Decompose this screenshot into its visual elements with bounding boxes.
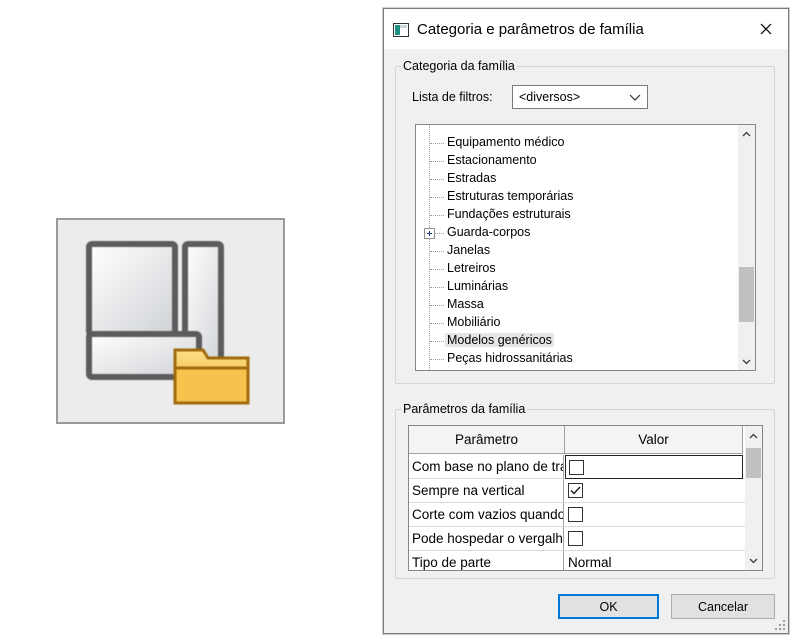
tree-item[interactable]: Estradas [416,170,736,188]
tree-item-label: Pilares estruturais [447,369,547,370]
tree-item[interactable]: Pilares estruturais [416,368,736,370]
param-checkbox[interactable] [568,483,583,498]
tree-item[interactable]: Modelos genéricos [416,332,736,350]
param-name: Sempre na vertical [409,479,564,502]
tree-item[interactable]: Equipamento médico [416,134,736,152]
tree-item[interactable]: Estruturas temporárias [416,188,736,206]
tree-item[interactable]: Guarda-corpos [416,224,736,242]
tree-item-label: Estruturas temporárias [447,189,574,203]
table-row[interactable]: Com base no plano de trabalho [409,455,747,479]
chevron-down-icon[interactable] [749,556,758,565]
resize-grip-icon[interactable] [775,620,785,630]
param-checkbox[interactable] [568,507,583,522]
tree-item[interactable]: Peças hidrossanitárias [416,350,736,368]
cancel-button[interactable]: Cancelar [671,594,775,619]
tree-scrollbar[interactable] [738,125,755,370]
tree-item-label: Estacionamento [447,153,537,167]
param-checkbox[interactable] [568,531,583,546]
chevron-down-icon [629,94,641,101]
param-value-cell[interactable] [565,503,743,526]
close-icon [760,23,772,35]
param-value-cell[interactable] [565,455,743,479]
tree-item-label: Fundações estruturais [447,207,571,221]
family-category-dialog: Categoria e parâmetros de família Catego… [383,8,789,634]
tree-item-label: Equipamento médico [447,135,565,149]
chevron-up-icon[interactable] [742,130,751,139]
tree-connector [430,143,444,144]
tree-item[interactable]: Estacionamento [416,152,736,170]
tree-item[interactable]: Massa [416,296,736,314]
tree-connector [430,305,444,306]
table-row[interactable]: Pode hospedar o vergalhão [409,527,747,551]
column-header-value[interactable]: Valor [565,426,743,454]
params-table: Parâmetro Valor Com base no plano de tra… [408,425,763,571]
checkmark-icon [570,486,581,495]
tree-item-label: Massa [447,297,484,311]
dialog-title: Categoria e parâmetros de família [417,21,644,38]
tree-item-label: Janelas [447,243,491,257]
tree-item-label: Guarda-corpos [447,225,531,239]
tree-item[interactable]: Janelas [416,242,736,260]
params-scrollbar[interactable] [745,426,762,570]
filter-list-value: <diversos> [519,90,581,104]
tree-item[interactable]: Fundações estruturais [416,206,736,224]
param-name: Corte com vazios quando carregado [409,503,564,526]
tree-connector [430,215,444,216]
table-row[interactable]: Tipo de parte Normal [409,551,747,570]
param-value-cell[interactable]: Normal [565,551,743,570]
tree-item-label: Estradas [447,171,497,185]
param-value-cell[interactable] [565,527,743,550]
revit-family-icon [393,23,409,37]
column-header-param[interactable]: Parâmetro [409,426,565,454]
tree-connector [430,269,444,270]
table-row[interactable]: Corte com vazios quando carregado [409,503,747,527]
ok-button[interactable]: OK [558,594,659,619]
tree-item-label: Luminárias [447,279,509,293]
tree-item-label: Mobiliário [447,315,501,329]
param-value-text: Normal [568,555,612,570]
tree-connector [430,341,444,342]
tree-connector [430,359,444,360]
tree-connector [430,323,444,324]
chevron-up-icon[interactable] [749,432,758,441]
tree-item[interactable]: Letreiros [416,260,736,278]
filter-list-select[interactable]: <diversos> [512,85,648,109]
close-button[interactable] [744,9,788,49]
params-group-label: Parâmetros da família [401,402,528,416]
param-name: Com base no plano de trabalho [409,455,564,478]
params-scroll-thumb[interactable] [746,448,761,478]
family-category-icon [56,218,285,424]
param-name: Tipo de parte [409,551,564,570]
category-tree[interactable]: Equipamento médico Estacionamento Estradas… [415,124,756,371]
param-checkbox[interactable] [569,460,584,475]
tree-connector [430,161,444,162]
category-group-label: Categoria da família [401,59,517,73]
tree-connector [430,197,444,198]
tree-connector [430,179,444,180]
tree-scroll-thumb[interactable] [739,267,754,322]
tree-item-label: Letreiros [447,261,496,275]
expand-plus-icon[interactable] [424,228,435,239]
filter-list-label: Lista de filtros: [412,90,493,104]
tree-item[interactable]: Mobiliário [416,314,736,332]
param-name: Pode hospedar o vergalhão [409,527,564,550]
tree-connector [430,287,444,288]
chevron-down-icon[interactable] [742,357,751,366]
tree-item[interactable]: Luminárias [416,278,736,296]
tree-item-label: Modelos genéricos [445,333,554,347]
param-value-cell[interactable] [565,479,743,502]
tree-item-label: Peças hidrossanitárias [447,351,573,365]
tree-connector [430,251,444,252]
table-row[interactable]: Sempre na vertical [409,479,747,503]
title-bar[interactable]: Categoria e parâmetros de família [384,9,788,49]
